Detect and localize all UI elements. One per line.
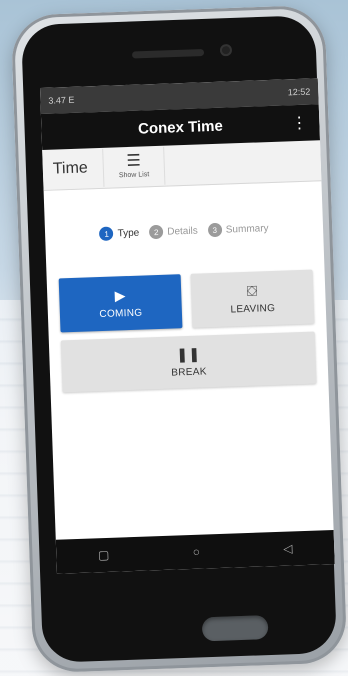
step-label: Summary (225, 222, 269, 236)
home-icon[interactable]: ○ (192, 545, 200, 559)
step-number: 2 (149, 224, 164, 240)
list-icon: ☰ (126, 152, 142, 171)
app-title: Conex Time (137, 117, 224, 138)
coming-label: COMING (99, 307, 143, 321)
break-label: BREAK (171, 366, 207, 379)
step-number: 3 (207, 222, 223, 238)
leaving-label: LEAVING (230, 302, 276, 316)
step-number: 1 (99, 226, 114, 242)
recents-icon[interactable]: ▢ (98, 548, 110, 562)
coming-button[interactable]: ▶ COMING (58, 274, 183, 333)
back-icon[interactable]: ◁ (283, 541, 293, 555)
exit-door-icon: ⛋ (246, 282, 258, 299)
step-label: Type (117, 227, 140, 239)
stepper: 1 Type 2 Details 3 Summary (45, 219, 323, 243)
step-details: 2 Details (149, 224, 198, 240)
break-button[interactable]: ❚❚ BREAK (60, 331, 317, 393)
action-buttons: ▶ COMING ⛋ LEAVING ❚❚ BREAK (47, 269, 329, 393)
show-list-label: Show List (118, 171, 150, 180)
play-icon: ▶ (114, 287, 127, 304)
toolbar-title: Time (52, 159, 89, 178)
more-vert-icon[interactable]: ⋮ (291, 113, 308, 134)
status-left: 3.47 E (48, 94, 75, 106)
home-button[interactable] (201, 615, 269, 642)
step-type: 1 Type (99, 226, 140, 242)
show-list-button[interactable]: ☰ Show List (102, 146, 166, 187)
step-summary: 3 Summary (207, 221, 269, 238)
leaving-button[interactable]: ⛋ LEAVING (190, 269, 315, 328)
pause-icon: ❚❚ (176, 345, 201, 363)
phone-screen: 3.47 E 12:52 Conex Time ⋮ Time ☰ Show Li… (40, 78, 335, 574)
status-right: 12:52 (287, 86, 311, 98)
step-label: Details (167, 225, 198, 238)
